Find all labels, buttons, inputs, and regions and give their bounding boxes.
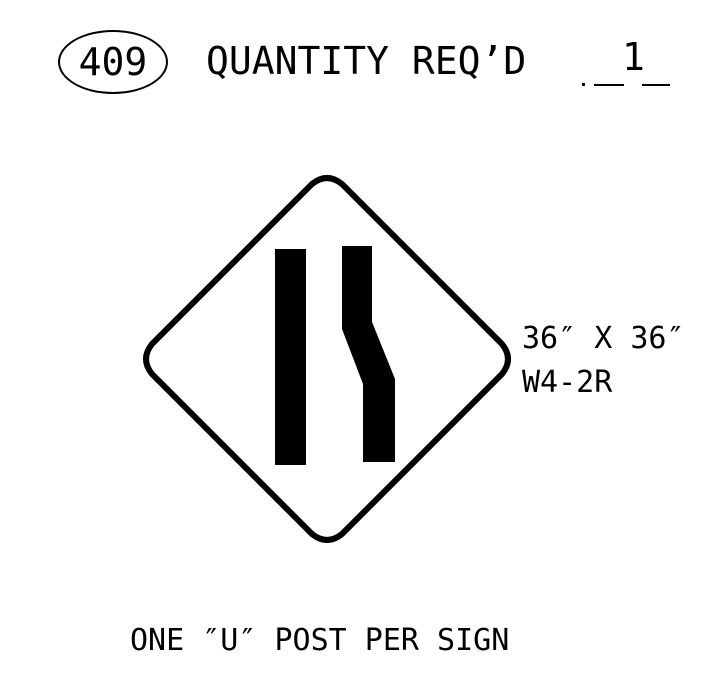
lane-ends-sign (143, 175, 511, 543)
diamond-sign-border (143, 175, 511, 543)
post-note: ONE ″U″ POST PER SIGN (130, 623, 510, 658)
quantity-label: QUANTITY REQ’D (206, 39, 527, 83)
quantity-field: 1 (580, 34, 674, 86)
quantity-underline-left (594, 84, 624, 86)
header-row: 409 QUANTITY REQ’D 1 (58, 30, 698, 98)
quantity-underline-right (642, 84, 670, 86)
sign-size: 36″ X 36″ (522, 321, 685, 356)
sign-code: W4-2R (522, 365, 613, 400)
left-lane-bar (275, 249, 306, 465)
sign-number: 409 (78, 40, 148, 84)
quantity-field-dot (582, 83, 585, 86)
quantity-value: 1 (622, 35, 645, 79)
sign-number-oval: 409 (58, 30, 168, 94)
